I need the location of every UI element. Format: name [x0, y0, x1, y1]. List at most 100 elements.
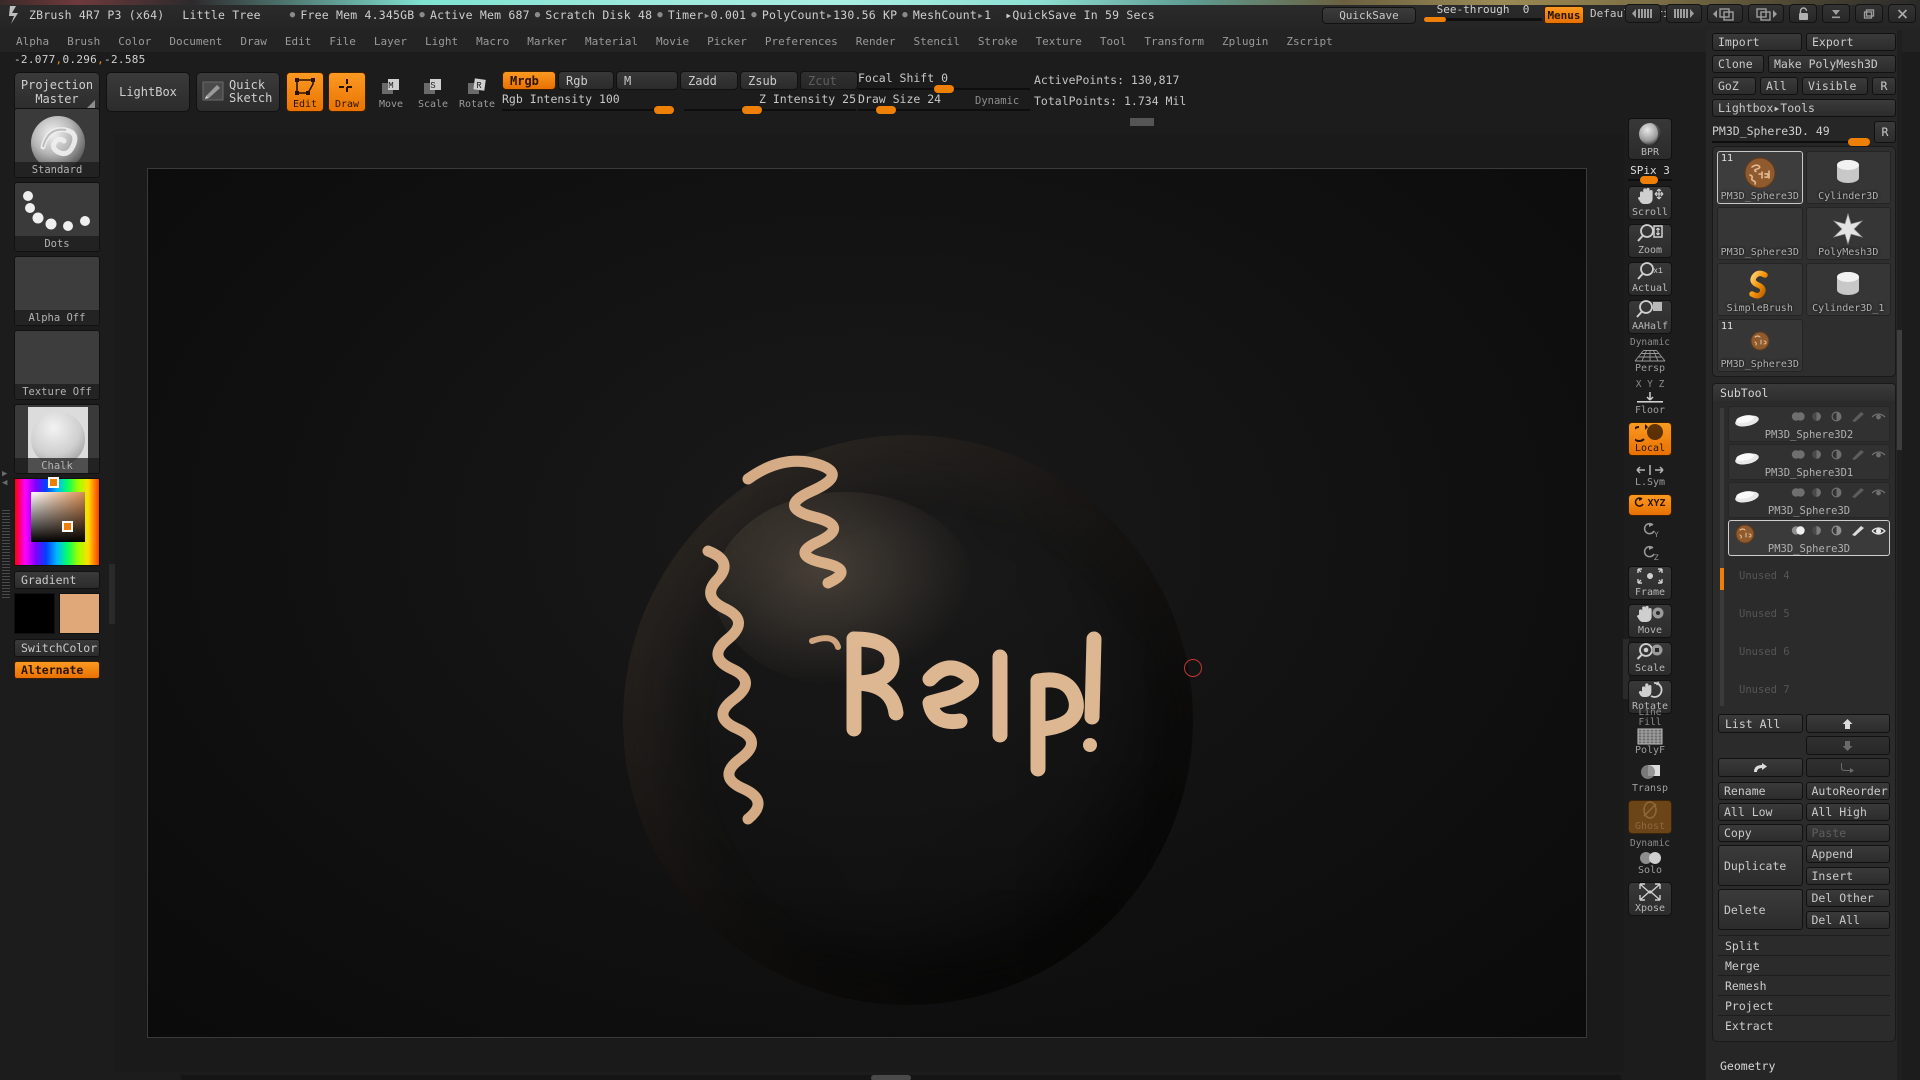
subtool-move-right-button[interactable]	[1718, 758, 1803, 777]
menu-item-draw[interactable]: Draw	[232, 32, 275, 50]
subtool-header[interactable]: SubTool	[1712, 383, 1896, 401]
frame-button[interactable]: Frame	[1628, 566, 1672, 600]
visibility-toggle-icon[interactable]	[1791, 411, 1806, 422]
lsym-button[interactable]: L.Sym	[1628, 460, 1672, 490]
projection-master-button[interactable]: Projection Master	[14, 72, 100, 112]
zsub-button[interactable]: Zsub	[740, 71, 798, 90]
zadd-button[interactable]: Zadd	[680, 71, 738, 90]
document-canvas[interactable]	[147, 168, 1621, 1080]
persp-button[interactable]: Dynamic Persp	[1628, 338, 1672, 376]
subtool-eye-icon[interactable]	[1871, 411, 1886, 422]
minimize-icon[interactable]	[1822, 4, 1850, 23]
lightbox-button[interactable]: LightBox	[106, 72, 190, 112]
color-picker-field[interactable]	[31, 492, 85, 542]
menu-item-edit[interactable]: Edit	[277, 32, 320, 50]
geometry-section-header[interactable]: Geometry	[1712, 1056, 1896, 1076]
tool-item-polymesh3d[interactable]: PolyMesh3D	[1805, 207, 1891, 260]
move-button[interactable]: Move	[1628, 604, 1672, 638]
floor-button[interactable]: X Y Z Floor	[1628, 380, 1672, 418]
left-panel-expander[interactable]: ▶ ◀	[2, 470, 12, 488]
subtool-row-unused-7[interactable]: Unused 7	[1728, 672, 1890, 708]
subtool-half-toggle-icon[interactable]	[1811, 411, 1826, 422]
menu-item-texture[interactable]: Texture	[1028, 32, 1090, 50]
menu-item-color[interactable]: Color	[110, 32, 159, 50]
alternate-button[interactable]: Alternate	[14, 661, 100, 679]
goz-all-button[interactable]: All	[1760, 77, 1798, 95]
primary-color-swatch[interactable]	[14, 593, 55, 634]
current-tool-slider[interactable]: PM3D_Sphere3D. 49	[1712, 124, 1870, 146]
menu-item-stencil[interactable]: Stencil	[905, 32, 967, 50]
make-polymesh3d-button[interactable]: Make PolyMesh3D	[1768, 55, 1896, 73]
del-other-button[interactable]: Del Other	[1805, 889, 1890, 907]
subtool-paint-icon[interactable]	[1851, 525, 1866, 536]
focal-shift-slider[interactable]: Focal Shift 0	[858, 71, 1030, 93]
subtool-eye-icon[interactable]	[1871, 525, 1886, 536]
delete-button[interactable]: Delete	[1718, 889, 1803, 930]
hue-marker[interactable]	[48, 477, 59, 488]
subtool-split-toggle-icon[interactable]	[1831, 449, 1846, 460]
next-item-icon[interactable]	[1666, 4, 1702, 23]
subtool-split-toggle-icon[interactable]	[1831, 487, 1846, 498]
maximize-icon[interactable]	[1855, 4, 1883, 23]
subtool-half-toggle-icon[interactable]	[1811, 449, 1826, 460]
subtool-row-unused-5[interactable]: Unused 5	[1728, 596, 1890, 632]
texture-swatch[interactable]: Texture Off	[14, 330, 100, 400]
rotate-mode-button[interactable]: R Rotate	[458, 72, 496, 112]
tool-item-simplebrush[interactable]: SimpleBrush	[1717, 263, 1803, 316]
menu-item-document[interactable]: Document	[161, 32, 230, 50]
right-panel-scrollbar[interactable]	[1897, 30, 1902, 1080]
tool-item-cylinder3d[interactable]: Cylinder3D	[1805, 151, 1891, 204]
subtool-eye-icon[interactable]	[1871, 487, 1886, 498]
subtool-split-toggle-icon[interactable]	[1831, 525, 1846, 536]
project-row[interactable]: Project	[1718, 995, 1890, 1015]
polyf-button[interactable]: Line Fill PolyF	[1628, 708, 1672, 758]
menu-item-render[interactable]: Render	[848, 32, 904, 50]
menu-item-zplugin[interactable]: Zplugin	[1214, 32, 1276, 50]
left-panel-grip[interactable]	[2, 510, 10, 600]
goz-r-button[interactable]: R	[1872, 77, 1896, 95]
scroll-button[interactable]: Scroll	[1628, 186, 1672, 220]
switch-color-button[interactable]: SwitchColor	[14, 639, 100, 657]
menu-item-file[interactable]: File	[321, 32, 364, 50]
merge-row[interactable]: Merge	[1718, 955, 1890, 975]
brush-swatch[interactable]: Standard	[14, 108, 100, 178]
gradient-button[interactable]: Gradient	[14, 571, 100, 589]
subtool-paint-icon[interactable]	[1851, 487, 1866, 498]
menu-item-layer[interactable]: Layer	[366, 32, 415, 50]
zcut-button[interactable]: Zcut	[800, 71, 858, 90]
menu-item-stroke[interactable]: Stroke	[970, 32, 1026, 50]
subtool-row-unused-6[interactable]: Unused 6	[1728, 634, 1890, 670]
local-button[interactable]: Local	[1628, 422, 1672, 456]
subtool-move-down-button[interactable]	[1805, 736, 1890, 755]
duplicate-button[interactable]: Duplicate	[1718, 845, 1803, 886]
visibility-toggle-icon[interactable]	[1791, 525, 1806, 536]
goz-button[interactable]: GoZ	[1712, 77, 1756, 95]
visibility-toggle-icon[interactable]	[1791, 449, 1806, 460]
remesh-row[interactable]: Remesh	[1718, 975, 1890, 995]
canvas-left-tab[interactable]	[109, 564, 115, 624]
current-tool-r-button[interactable]: R	[1874, 121, 1896, 143]
menu-item-brush[interactable]: Brush	[59, 32, 108, 50]
all-low-button[interactable]: All Low	[1718, 803, 1803, 821]
rgb-intensity-slider[interactable]: Rgb Intensity 100	[502, 92, 674, 114]
rename-button[interactable]: Rename	[1718, 782, 1803, 800]
append-button[interactable]: Append	[1805, 845, 1890, 863]
goz-visible-button[interactable]: Visible	[1802, 77, 1868, 95]
edit-mode-button[interactable]: Edit	[286, 72, 324, 112]
scale-mode-button[interactable]: S Scale	[414, 72, 452, 112]
menu-item-picker[interactable]: Picker	[699, 32, 755, 50]
move-mode-button[interactable]: M Move	[372, 72, 410, 112]
menu-item-light[interactable]: Light	[417, 32, 466, 50]
subtool-nest-button[interactable]	[1805, 758, 1890, 777]
quick-sketch-button[interactable]: Quick Sketch	[196, 72, 280, 112]
subtool-paint-icon[interactable]	[1851, 411, 1866, 422]
stroke-swatch[interactable]: Dots	[14, 182, 100, 252]
color-picker[interactable]	[14, 477, 100, 566]
lightbox-tools-button[interactable]: Lightbox▸Tools	[1712, 99, 1896, 117]
scale-button[interactable]: Scale	[1628, 642, 1672, 676]
menu-item-alpha[interactable]: Alpha	[8, 32, 57, 50]
bpr-render-button[interactable]: BPR	[1628, 118, 1672, 160]
list-all-button[interactable]: List All	[1718, 714, 1803, 733]
m-button[interactable]: M	[616, 71, 678, 90]
aahalf-button[interactable]: AAHalf	[1628, 300, 1672, 334]
